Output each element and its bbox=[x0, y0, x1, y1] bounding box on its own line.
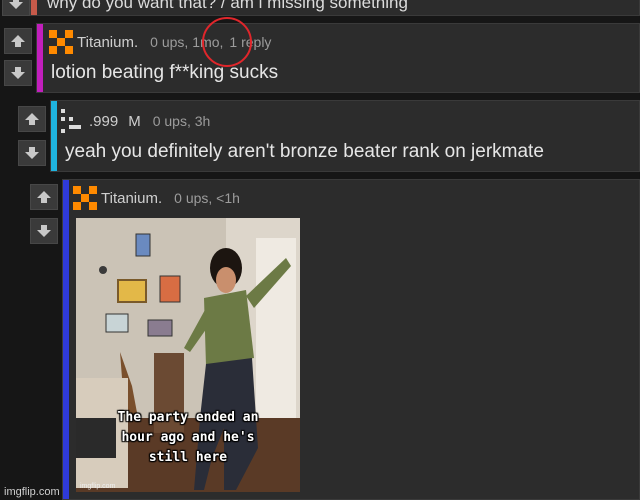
up-arrow-icon bbox=[11, 35, 25, 47]
red-circle-annotation bbox=[202, 17, 252, 67]
comment-body: yeah you definitely aren't bronze beater… bbox=[65, 141, 544, 162]
username-link[interactable]: Titanium. bbox=[101, 190, 162, 207]
comment-meta-text: 0 ups, <1h bbox=[174, 190, 240, 206]
down-arrow-icon bbox=[25, 147, 39, 159]
caption-line: still here bbox=[148, 450, 228, 465]
caption-line: The party ended an bbox=[117, 410, 259, 425]
page: why do you want that? / am i missing som… bbox=[0, 0, 640, 500]
user-badge: M bbox=[128, 112, 141, 130]
comment-body: lotion beating f**king sucks bbox=[51, 62, 279, 83]
comment-image[interactable]: The party ended an hour ago and he's sti… bbox=[76, 218, 300, 492]
previous-comment: why do you want that? / am i missing som… bbox=[30, 0, 640, 16]
down-arrow-icon bbox=[9, 0, 23, 9]
avatar bbox=[49, 30, 73, 54]
avatar bbox=[73, 186, 97, 210]
comment-meta: .999 M 0 ups, 3h bbox=[61, 109, 210, 133]
comment2-votes bbox=[18, 106, 48, 168]
ups-count: 0 ups, bbox=[150, 34, 189, 50]
downvote-button[interactable] bbox=[30, 218, 58, 244]
avatar bbox=[61, 109, 81, 133]
thread-bar bbox=[51, 101, 57, 171]
down-arrow-icon bbox=[37, 225, 51, 237]
upvote-button[interactable] bbox=[30, 184, 58, 210]
downvote-button[interactable] bbox=[2, 0, 30, 16]
image-small-watermark: imgflip.com bbox=[80, 483, 116, 490]
username-link[interactable]: .999 bbox=[89, 113, 118, 130]
site-watermark: imgflip.com bbox=[4, 486, 60, 498]
comment-999: .999 M 0 ups, 3h yeah you definitely are… bbox=[50, 100, 640, 172]
thread-bar bbox=[37, 24, 43, 92]
comment1-votes bbox=[4, 28, 34, 90]
comment-meta-text: 0 ups, 3h bbox=[152, 113, 211, 129]
upvote-button[interactable] bbox=[18, 106, 46, 132]
comment-titanium-1: Titanium. 0 ups, 1mo, 1 reply lotion bea… bbox=[36, 23, 640, 93]
previous-comment-text: why do you want that? / am i missing som… bbox=[47, 0, 408, 12]
comment-meta: Titanium. 0 ups, <1h bbox=[73, 186, 240, 210]
username-link[interactable]: Titanium. bbox=[77, 34, 138, 51]
image-caption: The party ended an hour ago and he's sti… bbox=[76, 408, 300, 468]
up-arrow-icon bbox=[25, 113, 39, 125]
caption-line: hour ago and he's bbox=[121, 430, 255, 445]
comment3-votes bbox=[30, 184, 60, 246]
thread-bar bbox=[31, 0, 37, 15]
downvote-button[interactable] bbox=[18, 140, 46, 166]
downvote-button[interactable] bbox=[4, 60, 32, 86]
down-arrow-icon bbox=[11, 67, 25, 79]
thread-bar bbox=[63, 180, 69, 499]
upvote-button[interactable] bbox=[4, 28, 32, 54]
up-arrow-icon bbox=[37, 191, 51, 203]
